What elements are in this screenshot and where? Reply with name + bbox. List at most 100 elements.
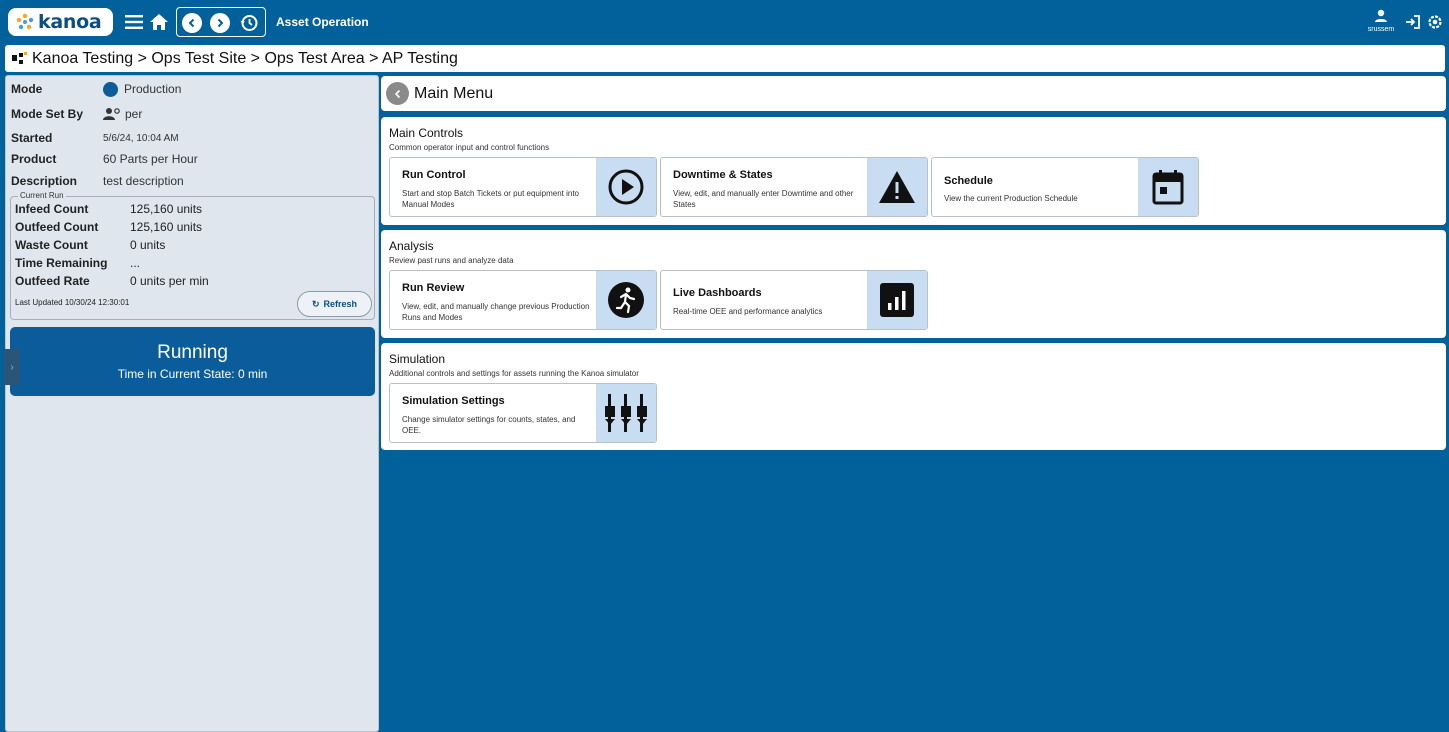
section-analysis: Analysis Review past runs and analyze da… <box>381 230 1446 338</box>
history-icon[interactable] <box>238 12 260 34</box>
user-icon <box>1375 9 1387 22</box>
menu-icon[interactable] <box>123 11 145 33</box>
mode-set-by-value: per <box>125 107 143 121</box>
current-state-box: Running Time in Current State: 0 min <box>10 327 375 396</box>
card-run-control[interactable]: Run Control Start and stop Batch Tickets… <box>389 157 657 217</box>
username: srussem <box>1367 26 1395 33</box>
card-description: Change simulator settings for counts, st… <box>402 415 576 435</box>
calendar-icon <box>1138 158 1198 216</box>
infeed-row: Infeed Count 125,160 units <box>15 201 202 217</box>
refresh-icon: ↻ <box>311 298 320 309</box>
forward-nav-icon[interactable] <box>210 13 230 33</box>
time-remaining-label: Time Remaining <box>15 256 108 270</box>
current-run-legend: Current Run <box>18 191 66 200</box>
mode-value: Production <box>124 82 182 96</box>
card-description: View, edit, and manually enter Downtime … <box>673 189 854 209</box>
outfeed-rate-value: 0 units per min <box>130 274 209 288</box>
time-remaining-value: ... <box>130 256 141 270</box>
card-description: Start and stop Batch Tickets or put equi… <box>402 189 579 209</box>
infeed-label: Infeed Count <box>15 202 89 216</box>
last-updated: Last Updated 10/30/24 12:30:01 <box>15 298 130 307</box>
play-circle-icon <box>596 158 656 216</box>
section-main-controls: Main Controls Common operator input and … <box>381 117 1446 225</box>
hierarchy-icon <box>12 51 27 64</box>
card-title: Run Review <box>402 282 465 294</box>
section-subtitle: Additional controls and settings for ass… <box>389 369 639 378</box>
back-nav-icon[interactable] <box>182 13 202 33</box>
main-menu-header: Main Menu <box>381 76 1446 111</box>
card-simulation-settings[interactable]: Simulation Settings Change simulator set… <box>389 383 657 443</box>
state-subtitle: Time in Current State: 0 min <box>117 367 268 381</box>
kanoa-logo-icon <box>16 13 34 30</box>
chevron-left-icon <box>394 89 400 98</box>
card-downtime-states[interactable]: Downtime & States View, edit, and manual… <box>660 157 928 217</box>
description-row: Description test description <box>11 172 184 190</box>
running-person-icon <box>596 271 656 329</box>
description-label: Description <box>11 174 78 188</box>
card-title: Simulation Settings <box>402 395 505 407</box>
outfeed-value: 125,160 units <box>130 220 203 234</box>
product-row: Product 60 Parts per Hour <box>11 150 198 168</box>
refresh-label: Refresh <box>323 299 358 309</box>
product-label: Product <box>11 152 57 166</box>
card-title: Run Control <box>402 169 466 181</box>
mode-label: Mode <box>11 82 43 96</box>
mode-indicator-icon <box>103 81 118 97</box>
equalizer-icon <box>596 384 656 442</box>
waste-row: Waste Count 0 units <box>15 237 165 253</box>
breadcrumb: Kanoa Testing > Ops Test Site > Ops Test… <box>5 45 1445 72</box>
settings-gear-icon[interactable] <box>1424 11 1446 33</box>
card-title: Schedule <box>944 175 993 187</box>
started-label: Started <box>11 131 53 145</box>
outfeed-rate-row: Outfeed Rate 0 units per min <box>15 273 209 289</box>
chevron-right-icon: › <box>10 361 14 373</box>
user-gear-icon <box>103 108 120 120</box>
card-description: Real-time OEE and performance analytics <box>673 307 823 316</box>
kanoa-logo[interactable]: kanoa <box>8 8 113 36</box>
navigation-group <box>176 7 266 37</box>
section-title: Analysis <box>389 239 434 253</box>
app-title: Asset Operation <box>276 15 369 29</box>
infeed-value: 125,160 units <box>130 202 203 216</box>
waste-value: 0 units <box>130 238 166 252</box>
mode-set-by-label: Mode Set By <box>11 107 84 121</box>
top-bar: kanoa Asset Operation srussem <box>0 0 1449 44</box>
warning-icon <box>867 158 927 216</box>
home-icon[interactable] <box>148 11 170 33</box>
logo-text: kanoa <box>38 11 102 33</box>
mode-set-by-row: Mode Set By per <box>11 105 142 123</box>
outfeed-rate-label: Outfeed Rate <box>15 274 90 288</box>
outfeed-row: Outfeed Count 125,160 units <box>15 219 202 235</box>
user-account[interactable]: srussem <box>1366 9 1396 39</box>
bar-chart-icon <box>867 271 927 329</box>
current-run-box: Current Run Infeed Count 125,160 units O… <box>10 191 375 320</box>
card-schedule[interactable]: Schedule View the current Production Sch… <box>931 157 1199 217</box>
section-title: Simulation <box>389 352 446 366</box>
mode-row: Mode Production <box>11 80 181 98</box>
description-value: test description <box>103 174 184 188</box>
logout-icon[interactable] <box>1402 11 1424 33</box>
product-value: 60 Parts per Hour <box>103 152 198 166</box>
outfeed-label: Outfeed Count <box>15 220 99 234</box>
waste-label: Waste Count <box>15 238 88 252</box>
breadcrumb-text[interactable]: Kanoa Testing > Ops Test Site > Ops Test… <box>32 50 458 68</box>
section-subtitle: Review past runs and analyze data <box>389 256 514 265</box>
started-row: Started 5/6/24, 10:04 AM <box>11 129 179 147</box>
main-menu-title: Main Menu <box>414 84 494 102</box>
time-remaining-row: Time Remaining ... <box>15 255 140 271</box>
card-description: View the current Production Schedule <box>944 194 1078 203</box>
section-simulation: Simulation Additional controls and setti… <box>381 343 1446 450</box>
state-title: Running <box>157 342 228 363</box>
started-value: 5/6/24, 10:04 AM <box>103 132 179 144</box>
section-subtitle: Common operator input and control functi… <box>389 143 550 152</box>
panel-collapse-handle[interactable]: › <box>4 349 20 385</box>
card-live-dashboards[interactable]: Live Dashboards Real-time OEE and perfor… <box>660 270 928 330</box>
back-button[interactable] <box>386 82 409 105</box>
refresh-button[interactable]: ↻ Refresh <box>297 291 372 317</box>
card-run-review[interactable]: Run Review View, edit, and manually chan… <box>389 270 657 330</box>
card-description: View, edit, and manually change previous… <box>402 302 590 322</box>
asset-info-panel: Mode Production Mode Set By per Started … <box>5 75 379 732</box>
section-title: Main Controls <box>389 126 464 140</box>
card-title: Live Dashboards <box>673 287 762 299</box>
card-title: Downtime & States <box>673 169 773 181</box>
